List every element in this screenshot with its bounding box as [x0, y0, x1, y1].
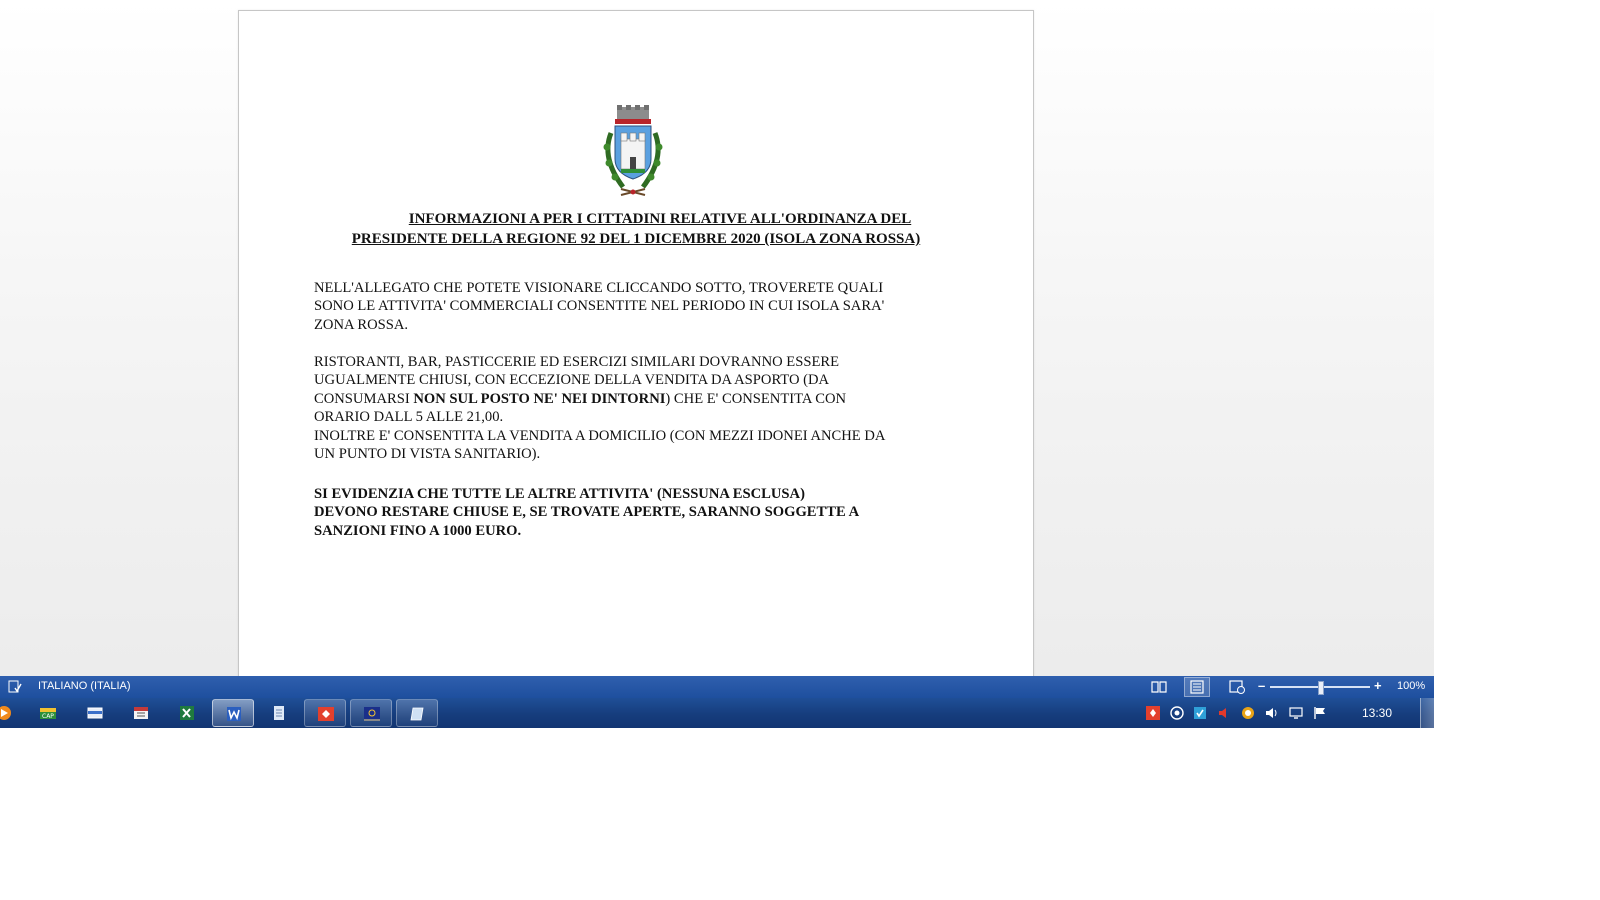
- zoom-slider-thumb[interactable]: [1318, 681, 1324, 695]
- cap-app-icon: CAP: [40, 708, 56, 720]
- web-layout-icon[interactable]: [1228, 679, 1246, 695]
- action-center-flag-icon[interactable]: [1313, 706, 1327, 720]
- taskbar-media-player[interactable]: [0, 699, 14, 727]
- document-title-line1: INFORMAZIONI A PER I CITTADINI RELATIVE …: [408, 211, 912, 227]
- text-line: INOLTRE E' CONSENTITA LA VENDITA A DOMIC…: [314, 427, 886, 444]
- document-title-line2: PRESIDENTE DELLA REGIONE 92 DEL 1 DICEMB…: [351, 231, 921, 247]
- windows-taskbar: CAP 13:30: [0, 698, 1434, 728]
- text-line: RISTORANTI, BAR, PASTICCERIE ED ESERCIZI…: [314, 354, 840, 370]
- text-line: SANZIONI FINO A 1000 EURO.: [314, 522, 522, 539]
- text-line: DEVONO RESTARE CHIUSE E, SE TROVATE APER…: [314, 504, 860, 521]
- text-line: SI EVIDENZIA CHE TUTTE LE ALTRE ATTIVITA…: [314, 486, 805, 502]
- document-workspace[interactable]: INFORMAZIONI A PER I CITTADINI RELATIVE …: [0, 0, 1434, 692]
- text-segment: ) CHE E' CONSENTITA CON: [665, 390, 847, 407]
- media-player-icon: [0, 706, 11, 720]
- text-line: UGUALMENTE CHIUSI, CON ECCEZIONE DELLA V…: [314, 372, 830, 389]
- text-line: CONSUMARSI NON SUL POSTO NE' NEI DINTORN…: [314, 390, 974, 408]
- svg-text:CAP: CAP: [42, 713, 54, 720]
- text-line: ORARIO DALL 5 ALLE 21,00.: [314, 409, 504, 426]
- paragraph-sanctions-warning: SI EVIDENZIA CHE TUTTE LE ALTRE ATTIVITA…: [314, 485, 974, 540]
- calendar-app-icon: [134, 707, 148, 719]
- word-status-bar: ITALIANO (ITALIA) – + 100%: [0, 676, 1434, 698]
- taskbar-clock[interactable]: 13:30: [1362, 706, 1392, 720]
- paragraph-attachment-info: NELL'ALLEGATO CHE POTETE VISIONARE CLICC…: [314, 279, 974, 334]
- proofing-check-icon[interactable]: [8, 680, 22, 693]
- municipal-crest-logo: [603, 105, 663, 196]
- taskbar-notepad[interactable]: [258, 699, 300, 727]
- network-globe-icon[interactable]: [1241, 706, 1255, 720]
- text-segment: CONSUMARSI: [314, 390, 414, 407]
- window-app-icon: [87, 707, 103, 719]
- taskbar-flag-app[interactable]: [350, 699, 392, 727]
- text-line: SONO LE ATTIVITA' COMMERCIALI CONSENTITE…: [314, 298, 885, 315]
- taskbar-window-app[interactable]: [74, 699, 116, 727]
- language-indicator[interactable]: ITALIANO (ITALIA): [38, 680, 131, 692]
- print-layout-view-button[interactable]: [1184, 677, 1210, 697]
- text-line: UN PUNTO DI VISTA SANITARIO).: [314, 446, 541, 463]
- anydesk-icon: [318, 707, 334, 721]
- full-screen-reading-view-icon[interactable]: [1150, 679, 1168, 695]
- bold-emphasis: NON SUL POSTO NE' NEI DINTORNI: [413, 390, 666, 407]
- security-tray-icon[interactable]: [1193, 706, 1207, 720]
- notepad-icon: [274, 706, 284, 720]
- taskbar-excel[interactable]: [166, 699, 208, 727]
- word-icon: [227, 707, 241, 721]
- paper-app-icon: [410, 707, 424, 721]
- volume-icon[interactable]: [1265, 706, 1279, 720]
- taskbar-cap-app[interactable]: CAP: [27, 699, 69, 727]
- taskbar-paper-app[interactable]: [396, 699, 438, 727]
- mute-tray-icon[interactable]: [1217, 706, 1231, 720]
- display-icon[interactable]: [1289, 706, 1303, 720]
- show-desktop-button[interactable]: [1420, 698, 1434, 728]
- taskbar-anydesk[interactable]: [304, 699, 346, 727]
- anydesk-tray-icon[interactable]: [1146, 706, 1160, 720]
- document-page[interactable]: INFORMAZIONI A PER I CITTADINI RELATIVE …: [238, 10, 1034, 692]
- print-layout-icon: [1190, 680, 1204, 694]
- flag-app-icon: [364, 707, 380, 721]
- zoom-out-button[interactable]: –: [1258, 678, 1265, 693]
- text-line: ZONA ROSSA.: [314, 316, 409, 333]
- excel-icon: [180, 706, 194, 720]
- text-line: NELL'ALLEGATO CHE POTETE VISIONARE CLICC…: [314, 280, 884, 296]
- clock-tray-icon[interactable]: [1170, 706, 1184, 720]
- screen: INFORMAZIONI A PER I CITTADINI RELATIVE …: [0, 0, 1434, 728]
- taskbar-word[interactable]: [212, 699, 254, 727]
- paragraph-restaurants: RISTORANTI, BAR, PASTICCERIE ED ESERCIZI…: [314, 353, 974, 463]
- zoom-in-button[interactable]: +: [1374, 678, 1382, 693]
- zoom-level-indicator[interactable]: 100%: [1397, 680, 1425, 692]
- taskbar-calendar-app[interactable]: [120, 699, 162, 727]
